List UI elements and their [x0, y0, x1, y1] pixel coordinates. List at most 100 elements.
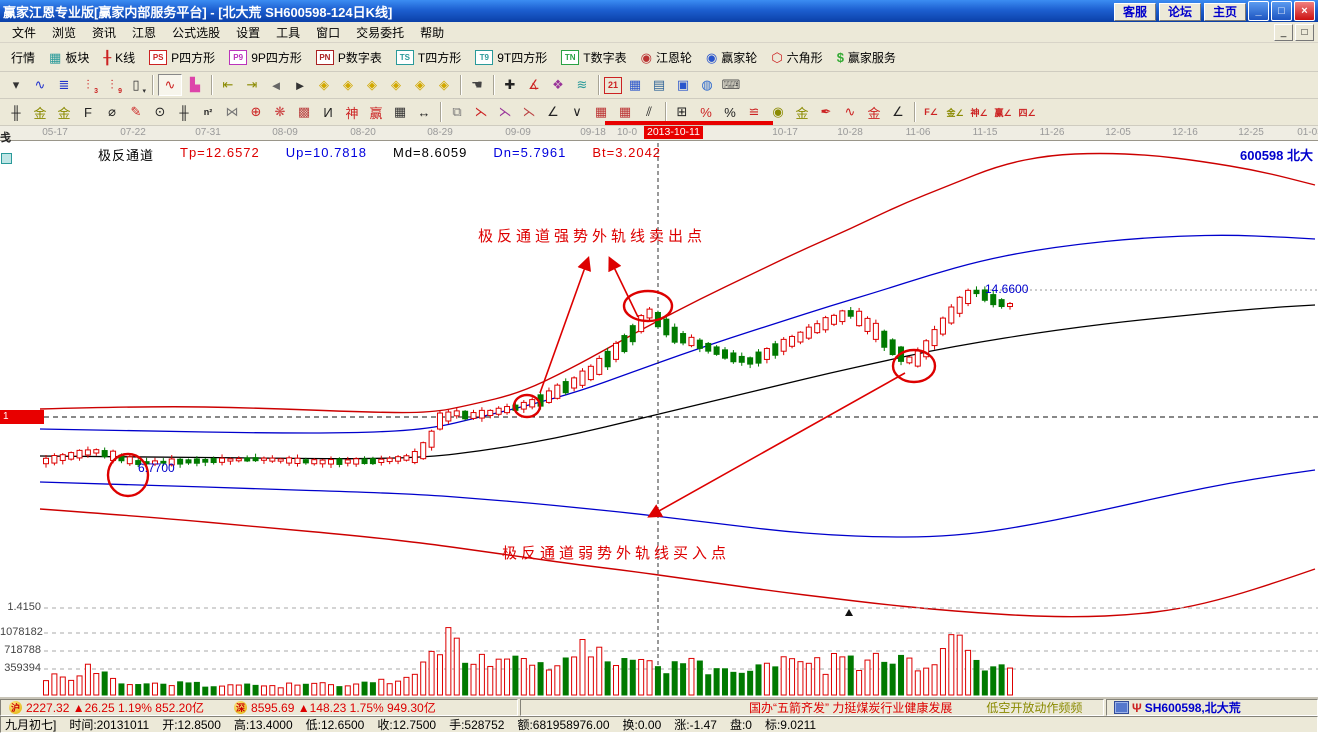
toolbar-button-1[interactable]: ▦板块	[42, 46, 96, 69]
menu-item-7[interactable]: 窗口	[308, 22, 348, 43]
menu-item-1[interactable]: 浏览	[44, 22, 84, 43]
row2-icon-6[interactable]: ∿	[158, 74, 182, 96]
row2-icon-21[interactable]: ❖	[547, 75, 569, 95]
row3-icon-24[interactable]: ▦	[590, 102, 612, 122]
row2-icon-1[interactable]: ∿	[29, 75, 51, 95]
row2-icon-11[interactable]: ►	[289, 75, 311, 95]
row2-icon-3[interactable]: ⫶3	[77, 75, 99, 95]
row3-icon-30[interactable]: ≌	[743, 102, 765, 122]
row3-icon-35[interactable]: 金	[863, 102, 885, 122]
row2-icon-0[interactable]: ▾	[5, 75, 27, 95]
toolbar-button-5[interactable]: PNP数字表	[309, 46, 389, 69]
row3-icon-10[interactable]: ⊕	[245, 102, 267, 122]
row3-icon-3[interactable]: F	[77, 102, 99, 122]
row3-icon-31[interactable]: ◉	[767, 102, 789, 122]
row2-icon-2[interactable]: ≣	[53, 75, 75, 95]
row3-icon-41[interactable]: 四∠	[1016, 102, 1038, 122]
row2-icon-27[interactable]: ◍	[696, 75, 718, 95]
menu-item-9[interactable]: 帮助	[412, 22, 452, 43]
row3-icon-39[interactable]: 神∠	[968, 102, 990, 122]
row3-icon-2[interactable]: 金	[53, 102, 75, 122]
row3-icon-8[interactable]: n²	[197, 102, 219, 122]
row2-icon-22[interactable]: ≋	[571, 75, 593, 95]
row3-icon-23[interactable]: ∨	[566, 102, 588, 122]
row3-icon-13[interactable]: И	[317, 102, 339, 122]
row3-icon-11[interactable]: ❋	[269, 102, 291, 122]
row3-icon-26[interactable]: ⫽	[638, 102, 660, 122]
row3-icon-17[interactable]: ↔	[413, 102, 435, 122]
row3-icon-1[interactable]: 金	[29, 102, 51, 122]
row2-icon-14[interactable]: ◈	[361, 75, 383, 95]
row3-icon-38[interactable]: 金∠	[944, 102, 966, 122]
mdi-control-1[interactable]: □	[1295, 24, 1314, 41]
row3-icon-5[interactable]: ✎	[125, 102, 147, 122]
row2-icon-20[interactable]: ∡	[523, 75, 545, 95]
row2-icon-8[interactable]: ⇤	[217, 75, 239, 95]
row3-icon-22[interactable]: ∠	[542, 102, 564, 122]
row2-icon-7[interactable]: ▙	[184, 75, 206, 95]
toolbar-button-2[interactable]: ╂K线	[96, 46, 142, 69]
row3-icon-28[interactable]: %	[695, 102, 717, 122]
quick-button-1[interactable]: 论坛	[1159, 3, 1201, 21]
row3-icon-18[interactable]: ⧉	[446, 102, 468, 122]
row2-icon-13[interactable]: ◈	[337, 75, 359, 95]
toolbar-button-4[interactable]: P99P四方形	[222, 46, 309, 69]
row2-icon-28[interactable]: ⌨	[720, 75, 742, 95]
row3-icon-0[interactable]: ╫	[5, 102, 27, 122]
toolbar-button-10[interactable]: ◉赢家轮	[699, 46, 764, 69]
quick-button-0[interactable]: 客服	[1114, 3, 1156, 21]
kline-chart[interactable]: 戋 极反通道Tp=12.6572Up=10.7818Md=8.6059Dn=5.…	[0, 141, 1318, 697]
row2-icon-17[interactable]: ◈	[433, 75, 455, 95]
row3-icon-33[interactable]: ✒	[815, 102, 837, 122]
row2-icon-19[interactable]: ✚	[499, 75, 521, 95]
menu-item-2[interactable]: 资讯	[84, 22, 124, 43]
toolbar-button-6[interactable]: TST四方形	[389, 46, 468, 69]
row2-icon-4[interactable]: ⫶9	[101, 75, 123, 95]
row3-icon-4[interactable]: ⌀	[101, 102, 123, 122]
row2-icon-18[interactable]: ☚	[466, 75, 488, 95]
toolbar-button-12[interactable]: $赢家服务	[830, 46, 903, 69]
row3-icon-16[interactable]: ▦	[389, 102, 411, 122]
menu-item-4[interactable]: 公式选股	[164, 22, 228, 43]
news-ticker-panel[interactable]: 国办“五箭齐发” 力挺煤炭行业健康发展低空开放动作频频	[520, 699, 1104, 716]
row3-icon-34[interactable]: ∿	[839, 102, 861, 122]
row3-icon-36[interactable]: ∠	[887, 102, 909, 122]
row3-icon-21[interactable]: ⋋	[518, 102, 540, 122]
row3-icon-15[interactable]: 赢	[365, 102, 387, 122]
row2-icon-15[interactable]: ◈	[385, 75, 407, 95]
menu-item-5[interactable]: 设置	[228, 22, 268, 43]
menu-item-3[interactable]: 江恩	[124, 22, 164, 43]
row3-icon-14[interactable]: 神	[341, 102, 363, 122]
minimize-button[interactable]: _	[1248, 1, 1269, 21]
row3-icon-7[interactable]: ╫	[173, 102, 195, 122]
mdi-control-0[interactable]: _	[1274, 24, 1293, 41]
row3-icon-37[interactable]: F∠	[920, 102, 942, 122]
row3-icon-32[interactable]: 金	[791, 102, 813, 122]
row3-icon-9[interactable]: ⋈	[221, 102, 243, 122]
panel-icon[interactable]	[1114, 701, 1129, 714]
row2-icon-26[interactable]: ▣	[672, 75, 694, 95]
row3-icon-29[interactable]: %	[719, 102, 741, 122]
quick-button-2[interactable]: 主页	[1204, 3, 1246, 21]
row2-icon-24[interactable]: ▦	[624, 75, 646, 95]
toolbar-button-8[interactable]: TNT数字表	[554, 46, 633, 69]
row2-icon-5[interactable]: ▯▾	[125, 75, 147, 95]
restore-button[interactable]: □	[1271, 1, 1292, 21]
row3-icon-20[interactable]: ⋋	[494, 102, 516, 122]
toolbar-button-7[interactable]: T99T四方形	[468, 46, 554, 69]
row3-icon-19[interactable]: ⋋	[470, 102, 492, 122]
row3-icon-40[interactable]: 赢∠	[992, 102, 1014, 122]
row3-icon-12[interactable]: ▩	[293, 102, 315, 122]
row3-icon-25[interactable]: ▦	[614, 102, 636, 122]
close-button[interactable]: ×	[1294, 1, 1315, 21]
row2-icon-12[interactable]: ◈	[313, 75, 335, 95]
row2-icon-16[interactable]: ◈	[409, 75, 431, 95]
toolbar-button-3[interactable]: PSP四方形	[142, 46, 222, 69]
menu-item-0[interactable]: 文件	[4, 22, 44, 43]
toolbar-button-11[interactable]: ⬡六角形	[764, 46, 829, 69]
toolbar-button-0[interactable]: 行情	[4, 46, 42, 69]
row3-icon-6[interactable]: ⊙	[149, 102, 171, 122]
row2-icon-10[interactable]: ◄	[265, 75, 287, 95]
row2-icon-23[interactable]: 21	[604, 77, 622, 94]
toolbar-button-9[interactable]: ◉江恩轮	[634, 46, 699, 69]
